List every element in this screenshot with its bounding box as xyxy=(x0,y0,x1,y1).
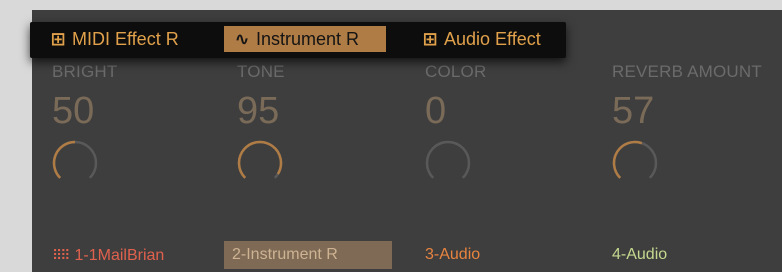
chain-3[interactable]: 3-Audio xyxy=(425,241,581,269)
macro-label: COLOR xyxy=(425,62,487,81)
tab-label: Audio Effect xyxy=(444,29,541,49)
knob-fill xyxy=(237,140,283,179)
midi-rack-icon: ⊞ xyxy=(50,29,66,49)
instrument-rack-icon: ∿ xyxy=(234,29,250,49)
knob-reverb-amount[interactable] xyxy=(610,138,660,188)
chain-1[interactable]: ⠿⠿ 1-1MailBrian xyxy=(52,241,208,269)
macro-label: TONE xyxy=(237,62,285,81)
chain-label: 2-Instrument R xyxy=(232,246,338,263)
knob-fill xyxy=(612,140,643,179)
chain-grid-icon: ⠿⠿ xyxy=(52,247,70,263)
macro-value: 95 xyxy=(237,90,280,132)
knob-track xyxy=(425,140,471,179)
macro-value: 0 xyxy=(425,90,447,132)
rack-type-tabbar: ⊞ MIDI Effect R ∿ Instrument R ⊞ Audio Effe… xyxy=(30,22,566,58)
knob-tone[interactable] xyxy=(235,138,285,188)
macro-label: REVERB AMOUNT xyxy=(612,62,762,81)
knob-color[interactable] xyxy=(423,138,473,188)
tab-label: MIDI Effect R xyxy=(72,29,179,49)
macro-label: BRIGHT xyxy=(52,62,118,81)
tab-audio-effect-rack[interactable]: ⊞ Audio Effect xyxy=(422,26,562,52)
chain-2[interactable]: 2-Instrument R xyxy=(224,241,392,269)
chain-4[interactable]: 4-Audio xyxy=(612,241,768,269)
chain-label: 3-Audio xyxy=(425,246,481,263)
macro-value: 50 xyxy=(52,90,95,132)
macro-reverb-amount: REVERB AMOUNT 57 xyxy=(592,10,772,272)
tab-midi-effect-rack[interactable]: ⊞ MIDI Effect R xyxy=(50,26,196,52)
audio-rack-icon: ⊞ xyxy=(422,29,438,49)
knob-bright[interactable] xyxy=(50,138,100,188)
screen: BRIGHT 50 TONE 95 COLOR 0 REVERB AMOUNT … xyxy=(0,0,782,272)
macro-value: 57 xyxy=(612,90,655,132)
tab-label: Instrument R xyxy=(256,29,360,49)
tab-instrument-rack[interactable]: ∿ Instrument R xyxy=(224,26,386,52)
knob-fill xyxy=(52,140,76,179)
chain-label: 4-Audio xyxy=(612,246,668,263)
chain-label: 1-1MailBrian xyxy=(74,247,165,264)
